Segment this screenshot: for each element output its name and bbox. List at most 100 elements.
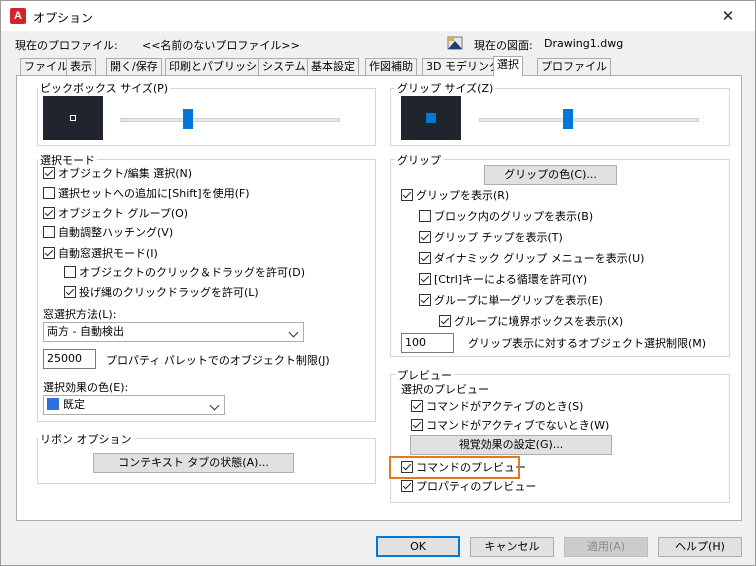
grip-slider-track — [479, 118, 699, 122]
window-method-label: 窓選択方法(L): — [43, 308, 117, 321]
tab-plot-publish[interactable]: 印刷とパブリッシュ — [165, 58, 272, 75]
checkbox-label: 自動調整ハッチング(V) — [58, 226, 174, 239]
tab-system[interactable]: システム — [258, 58, 310, 75]
checkbox-label: コマンドがアクティブのとき(S) — [426, 400, 584, 413]
checkbox-single-grip-groups[interactable]: グループに単一グリップを表示(E) — [419, 294, 603, 309]
checkbox-box[interactable] — [64, 286, 76, 298]
checkbox-property-preview[interactable]: プロパティのプレビュー — [401, 480, 536, 495]
tab-user-preferences[interactable]: 基本設定 — [307, 58, 359, 75]
checkbox-show-grips[interactable]: グリップを表示(R) — [401, 189, 509, 204]
grip-square — [426, 113, 436, 123]
object-limit-label: プロパティ パレットでのオブジェクト制限(J) — [106, 354, 330, 367]
tab-display[interactable]: 表示 — [66, 58, 96, 75]
checkbox-box[interactable] — [43, 167, 55, 179]
checkbox-label: グループに境界ボックスを表示(X) — [454, 315, 624, 328]
color-swatch — [47, 398, 59, 410]
checkbox-group-bounding-box[interactable]: グループに境界ボックスを表示(X) — [439, 315, 623, 330]
checkbox-grips-in-blocks[interactable]: ブロック内のグリップを表示(B) — [419, 210, 593, 225]
close-icon[interactable]: ✕ — [713, 5, 743, 27]
checkbox-object-edit-select[interactable]: オブジェクト/編集 選択(N) — [43, 167, 192, 182]
checkbox-box[interactable] — [401, 480, 413, 492]
title-bar: A オプション ✕ — [1, 1, 755, 31]
checkbox-label: グリップを表示(R) — [416, 189, 510, 202]
effect-color-value: 既定 — [63, 398, 85, 411]
checkbox-box[interactable] — [64, 266, 76, 278]
options-dialog: A オプション ✕ 現在のプロファイル: <<名前のないプロファイル>> 現在の… — [0, 0, 756, 566]
checkbox-box[interactable] — [419, 210, 431, 222]
checkbox-box[interactable] — [43, 187, 55, 199]
object-limit-input[interactable]: 25000 — [43, 349, 96, 369]
checkbox-dynamic-grip-menu[interactable]: ダイナミック グリップ メニューを表示(U) — [419, 252, 644, 267]
contextual-tab-states-button[interactable]: コンテキスト タブの状態(A)... — [93, 453, 294, 473]
checkbox-label: グリップ チップを表示(T) — [434, 231, 563, 244]
current-profile-label: 現在のプロファイル: — [15, 39, 118, 52]
selection-preview-label: 選択のプレビュー — [401, 383, 489, 396]
apply-button[interactable]: 適用(A) — [564, 537, 648, 557]
grips-title: グリップ — [395, 152, 443, 168]
pickbox-size-title: ピックボックス サイズ(P) — [38, 80, 171, 96]
pickbox-slider-thumb[interactable] — [183, 109, 193, 129]
checkbox-box[interactable] — [419, 273, 431, 285]
chevron-down-icon — [288, 327, 299, 338]
checkbox-box[interactable] — [43, 207, 55, 219]
checkbox-label: オブジェクトのクリック＆ドラッグを許可(D) — [79, 266, 306, 279]
checkbox-box[interactable] — [411, 419, 423, 431]
window-method-dropdown[interactable]: 両方 - 自動検出 — [43, 322, 304, 342]
tab-selection[interactable]: 選択 — [493, 56, 523, 76]
checkbox-ctrl-cycling[interactable]: [Ctrl]キーによる循環を許可(Y) — [419, 273, 587, 288]
checkbox-label: 投げ縄のクリックドラッグを許可(L) — [79, 286, 259, 299]
tab-profiles[interactable]: プロファイル — [537, 58, 611, 75]
checkbox-label: オブジェクト/編集 選択(N) — [58, 167, 193, 180]
selection-modes-title: 選択モード — [38, 152, 97, 168]
checkbox-shift-add[interactable]: 選択セットへの追加に[Shift]を使用(F) — [43, 187, 250, 202]
cancel-button[interactable]: キャンセル — [470, 537, 554, 557]
current-drawing-value: Drawing1.dwg — [544, 37, 624, 50]
checkbox-label: [Ctrl]キーによる循環を許可(Y) — [434, 273, 588, 286]
grip-slider-thumb[interactable] — [563, 109, 573, 129]
tab-3d-modeling[interactable]: 3D モデリング — [422, 58, 504, 75]
tab-open-save[interactable]: 開く/保存 — [106, 58, 162, 75]
grip-object-limit-input[interactable]: 100 — [401, 333, 454, 353]
tab-files[interactable]: ファイル — [20, 58, 72, 75]
effect-color-label: 選択効果の色(E): — [43, 381, 129, 394]
help-button[interactable]: ヘルプ(H) — [658, 537, 742, 557]
checkbox-preview-command-active[interactable]: コマンドがアクティブのとき(S) — [411, 400, 583, 415]
grip-size-title: グリップ サイズ(Z) — [395, 80, 496, 96]
checkbox-preview-no-command[interactable]: コマンドがアクティブでないとき(W) — [411, 419, 609, 434]
visual-effect-settings-button[interactable]: 視覚効果の設定(G)... — [410, 435, 612, 455]
drawing-icon — [447, 35, 463, 51]
command-preview-highlight — [389, 456, 520, 479]
checkbox-box[interactable] — [419, 231, 431, 243]
pickbox-preview — [43, 96, 103, 140]
checkbox-box[interactable] — [43, 226, 55, 238]
checkbox-box[interactable] — [439, 315, 451, 327]
pickbox-slider-track — [120, 118, 340, 122]
current-profile-value: <<名前のないプロファイル>> — [142, 39, 300, 52]
checkbox-associative-hatch[interactable]: 自動調整ハッチング(V) — [43, 226, 173, 241]
effect-color-dropdown[interactable]: 既定 — [43, 395, 225, 415]
checkbox-label: 選択セットへの追加に[Shift]を使用(F) — [58, 187, 250, 200]
checkbox-press-drag[interactable]: オブジェクトのクリック＆ドラッグを許可(D) — [64, 266, 305, 281]
window-title: オプション — [33, 11, 94, 25]
checkbox-box[interactable] — [401, 189, 413, 201]
grip-object-limit-label: グリップ表示に対するオブジェクト選択制限(M) — [468, 337, 707, 350]
checkbox-object-grouping[interactable]: オブジェクト グループ(O) — [43, 207, 188, 222]
checkbox-label: グループに単一グリップを表示(E) — [434, 294, 603, 307]
selection-tab-panel: ピックボックス サイズ(P) 選択モード オブジェクト/編集 選択(N) 選択セ… — [16, 75, 742, 521]
checkbox-box[interactable] — [419, 294, 431, 306]
checkbox-box[interactable] — [419, 252, 431, 264]
tab-drafting[interactable]: 作図補助 — [365, 58, 417, 75]
chevron-down-icon — [209, 400, 220, 411]
checkbox-label: ブロック内のグリップを表示(B) — [434, 210, 594, 223]
checkbox-box[interactable] — [43, 247, 55, 259]
checkbox-lasso-drag[interactable]: 投げ縄のクリックドラッグを許可(L) — [64, 286, 259, 301]
current-drawing-label: 現在の図面: — [474, 39, 533, 52]
grip-colors-button[interactable]: グリップの色(C)... — [484, 165, 617, 185]
ok-button[interactable]: OK — [376, 536, 460, 557]
autocad-app-icon: A — [10, 8, 26, 24]
ribbon-options-title: リボン オプション — [38, 431, 134, 447]
window-method-value: 両方 - 自動検出 — [47, 325, 124, 338]
checkbox-box[interactable] — [411, 400, 423, 412]
checkbox-implied-windowing[interactable]: 自動窓選択モード(I) — [43, 247, 158, 262]
checkbox-grip-tips[interactable]: グリップ チップを表示(T) — [419, 231, 563, 246]
